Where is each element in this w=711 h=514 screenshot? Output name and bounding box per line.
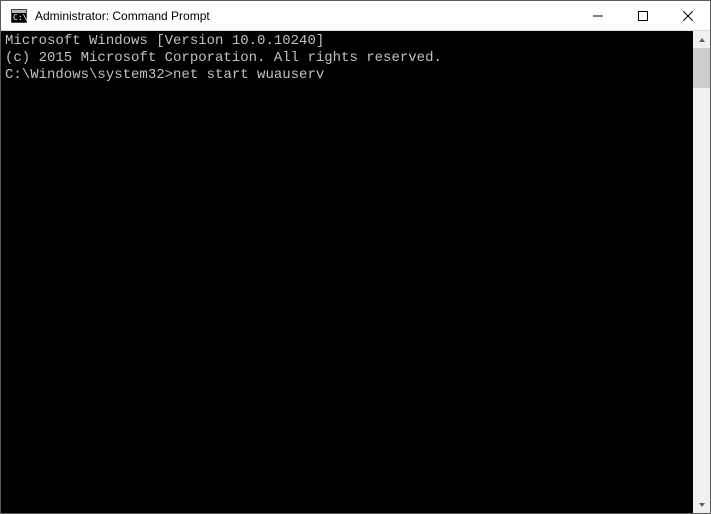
prompt-text: C:\Windows\system32>	[5, 67, 173, 84]
vertical-scrollbar[interactable]	[693, 31, 710, 513]
svg-text:C:\: C:\	[13, 13, 27, 22]
prompt-line: C:\Windows\system32>net start wuauserv	[5, 67, 689, 84]
scroll-thumb[interactable]	[693, 48, 710, 88]
version-line: Microsoft Windows [Version 10.0.10240]	[5, 33, 689, 50]
close-button[interactable]	[665, 1, 710, 30]
maximize-button[interactable]	[620, 1, 665, 30]
titlebar[interactable]: C:\ Administrator: Command Prompt	[1, 1, 710, 31]
scroll-down-button[interactable]	[693, 496, 710, 513]
window-title: Administrator: Command Prompt	[35, 9, 575, 23]
copyright-line: (c) 2015 Microsoft Corporation. All righ…	[5, 50, 689, 67]
cmd-icon: C:\	[9, 6, 29, 26]
content-area: Microsoft Windows [Version 10.0.10240](c…	[1, 31, 710, 513]
window-controls	[575, 1, 710, 30]
scroll-up-button[interactable]	[693, 31, 710, 48]
minimize-button[interactable]	[575, 1, 620, 30]
terminal-output[interactable]: Microsoft Windows [Version 10.0.10240](c…	[1, 31, 693, 513]
command-prompt-window: C:\ Administrator: Command Prompt Micros…	[0, 0, 711, 514]
command-input[interactable]: net start wuauserv	[173, 67, 324, 84]
